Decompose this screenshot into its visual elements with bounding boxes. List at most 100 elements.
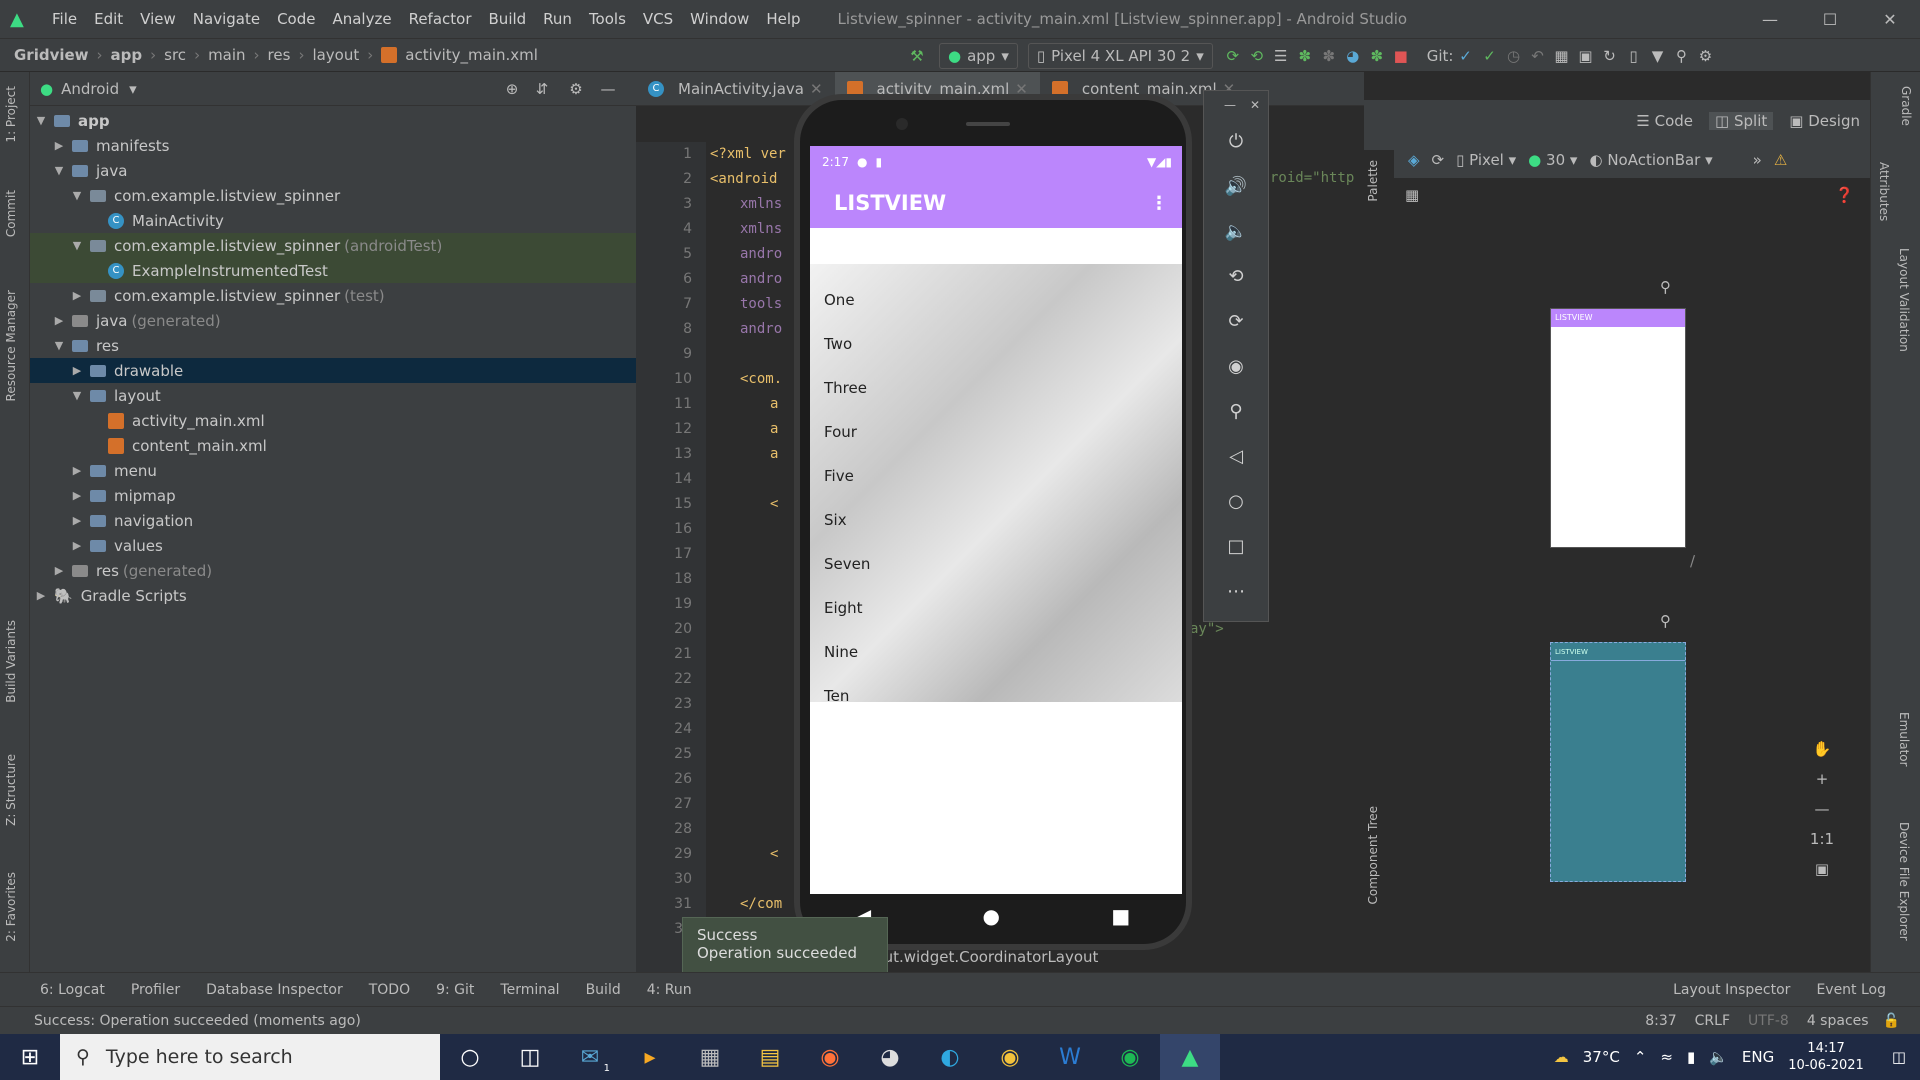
mail-icon[interactable]: ✉ 1	[560, 1034, 620, 1080]
apply-changes-icon[interactable]: ⟳	[1221, 44, 1245, 68]
debug-icon[interactable]: ✽	[1293, 44, 1317, 68]
tab-mainactivity[interactable]: C MainActivity.java ✕	[636, 72, 835, 106]
api-dropdown[interactable]: ● 30 ▾	[1528, 151, 1577, 169]
more-icon[interactable]: »	[1753, 151, 1762, 169]
collapsed-arrow-icon[interactable]: ▶	[70, 364, 84, 377]
list-item[interactable]: Eight	[810, 586, 1182, 630]
git-update-icon[interactable]: ✓	[1453, 44, 1477, 68]
locate-icon[interactable]: ⊕	[500, 77, 524, 101]
file-encoding[interactable]: UTF-8	[1748, 1013, 1789, 1029]
menu-edit[interactable]: Edit	[94, 10, 123, 28]
list-item[interactable]: Six	[810, 498, 1182, 542]
tool-window-favorites[interactable]: 2: Favorites	[4, 872, 18, 942]
split-mode-button[interactable]: ◫ Split	[1709, 112, 1774, 130]
language-indicator[interactable]: ENG	[1742, 1048, 1774, 1066]
firefox-icon[interactable]: ◉	[800, 1034, 860, 1080]
theme-dropdown[interactable]: ◐ NoActionBar ▾	[1589, 151, 1712, 169]
code-mode-button[interactable]: ☰ Code	[1636, 112, 1693, 130]
zoom-in-icon[interactable]: +	[1816, 770, 1829, 788]
profile-icon[interactable]: ◕	[1341, 44, 1365, 68]
android-studio-taskbar-icon[interactable]: ▲	[1160, 1034, 1220, 1080]
list-item[interactable]: Ten	[810, 674, 1182, 718]
minimize-icon[interactable]: —	[1224, 98, 1236, 112]
tab-layout-inspector[interactable]: Layout Inspector	[1673, 982, 1790, 998]
tree-item[interactable]: content_main.xml	[30, 433, 636, 458]
notifications-icon[interactable]: ◫	[1892, 1048, 1906, 1066]
list-item[interactable]: Three	[810, 366, 1182, 410]
list-item[interactable]: Two	[810, 322, 1182, 366]
tree-item[interactable]: ▼ com.example.listview_spinner (androidTes…	[30, 233, 636, 258]
expanded-arrow-icon[interactable]: ▼	[70, 389, 84, 402]
orientation-icon[interactable]: ⟳	[1432, 151, 1445, 169]
maximize-icon[interactable]: ☐	[1800, 0, 1860, 38]
volume-icon[interactable]: 🔈	[1709, 1048, 1728, 1066]
file-explorer-icon[interactable]: ▤	[740, 1034, 800, 1080]
chevron-down-icon[interactable]: ▾	[129, 80, 137, 98]
power-icon[interactable]: ⏻	[1204, 119, 1268, 164]
menu-tools[interactable]: Tools	[589, 10, 626, 28]
collapsed-arrow-icon[interactable]: ▶	[34, 589, 48, 602]
windows-start-icon[interactable]: ⊞	[0, 1034, 60, 1080]
emulator-screen[interactable]: 2:17 ● ▮ ▼◢▮ LISTVIEW ⋮ One Two Three Four F…	[810, 146, 1182, 894]
menu-view[interactable]: View	[140, 10, 176, 28]
tree-item[interactable]: ▼ app	[30, 108, 636, 133]
avd-manager-icon[interactable]: ▣	[1573, 44, 1597, 68]
task-view-icon[interactable]: ◫	[500, 1034, 560, 1080]
project-view-selector[interactable]: Android	[61, 80, 119, 98]
caret-position[interactable]: 8:37	[1645, 1013, 1676, 1029]
breadcrumb-item[interactable]: layout	[312, 46, 359, 64]
run-config-dropdown[interactable]: ● app ▾	[939, 43, 1018, 69]
warning-icon[interactable]: ⚠	[1774, 151, 1787, 169]
zoom-actual-size[interactable]: 1:1	[1810, 830, 1834, 848]
collapsed-arrow-icon[interactable]: ▶	[70, 514, 84, 527]
expanded-arrow-icon[interactable]: ▼	[52, 339, 66, 352]
tab-terminal[interactable]: Terminal	[500, 982, 559, 998]
tool-window-resource-manager[interactable]: Resource Manager	[4, 290, 18, 401]
tab-profiler[interactable]: Profiler	[131, 982, 180, 998]
tab-database-inspector[interactable]: Database Inspector	[206, 982, 343, 998]
tab-event-log[interactable]: Event Log	[1816, 982, 1886, 998]
more-icon[interactable]: ⋯	[1204, 569, 1268, 614]
cortana-icon[interactable]: ○	[440, 1034, 500, 1080]
tree-item[interactable]: ▶ menu	[30, 458, 636, 483]
breadcrumb-item[interactable]: Gridview	[14, 46, 89, 64]
close-tab-icon[interactable]: ✕	[810, 80, 823, 98]
breadcrumb-item[interactable]: res	[268, 46, 291, 64]
layers-icon[interactable]: ◈	[1408, 151, 1420, 169]
tree-item[interactable]: ▶ res (generated)	[30, 558, 636, 583]
blueprint-preview[interactable]: LISTVIEW	[1550, 642, 1686, 882]
zoom-fit-icon[interactable]: ▣	[1815, 860, 1829, 878]
tray-expand-icon[interactable]: ⌃	[1634, 1048, 1647, 1066]
git-commit-icon[interactable]: ✓	[1477, 44, 1501, 68]
tool-window-gradle[interactable]: Gradle	[1899, 86, 1913, 126]
search-icon[interactable]: ⚲	[1669, 44, 1693, 68]
volume-down-icon[interactable]: 🔈	[1204, 209, 1268, 254]
camera-icon[interactable]: ◉	[1204, 344, 1268, 389]
breadcrumb-item[interactable]: main	[208, 46, 245, 64]
close-icon[interactable]: ✕	[1250, 98, 1260, 112]
zoom-icon[interactable]: ⚲	[1204, 389, 1268, 434]
tool-window-emulator[interactable]: Emulator	[1897, 712, 1911, 767]
attach-icon[interactable]: ✽	[1365, 44, 1389, 68]
tool-window-attributes[interactable]: Attributes	[1877, 162, 1891, 221]
indent-setting[interactable]: 4 spaces	[1807, 1013, 1869, 1029]
menu-file[interactable]: File	[52, 10, 77, 28]
rotate-left-icon[interactable]: ⟲	[1204, 254, 1268, 299]
tree-item[interactable]: C MainActivity	[30, 208, 636, 233]
collapsed-arrow-icon[interactable]: ▶	[52, 564, 66, 577]
list-item[interactable]: Five	[810, 454, 1182, 498]
run-icon[interactable]: ☰	[1269, 44, 1293, 68]
attach-debugger-icon[interactable]: ✽	[1317, 44, 1341, 68]
sync-icon[interactable]: ↻	[1597, 44, 1621, 68]
chrome-icon[interactable]: ◉	[980, 1034, 1040, 1080]
tab-build[interactable]: Build	[586, 982, 621, 998]
tree-item[interactable]: ▶ navigation	[30, 508, 636, 533]
breadcrumb-item[interactable]: activity_main.xml	[405, 46, 538, 64]
tool-window-project[interactable]: 1: Project	[4, 86, 18, 143]
list-item[interactable]: Four	[810, 410, 1182, 454]
expanded-arrow-icon[interactable]: ▼	[70, 239, 84, 252]
collapsed-arrow-icon[interactable]: ▶	[70, 464, 84, 477]
home-icon[interactable]: ●	[983, 904, 1000, 928]
expanded-arrow-icon[interactable]: ▼	[52, 164, 66, 177]
tool-window-commit[interactable]: Commit	[4, 190, 18, 237]
